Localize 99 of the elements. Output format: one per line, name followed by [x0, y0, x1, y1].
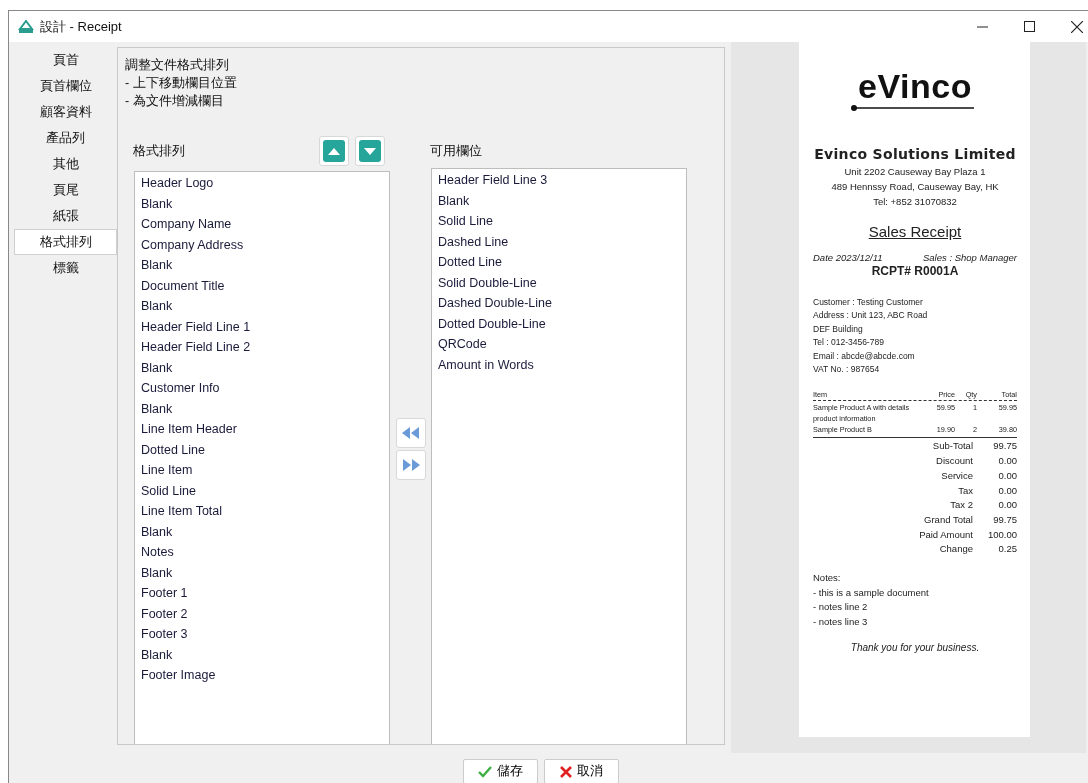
- sidebar-item[interactable]: 頁首: [14, 47, 117, 73]
- total-value: 99.75: [992, 512, 1017, 527]
- checkmark-icon: [477, 765, 492, 778]
- list-item[interactable]: QRCode: [432, 334, 686, 355]
- list-item[interactable]: Footer Image: [135, 665, 389, 686]
- list-item[interactable]: Solid Line: [432, 211, 686, 232]
- move-down-button[interactable]: [355, 136, 385, 166]
- list-item[interactable]: Dashed Line: [432, 231, 686, 252]
- customer-line: Email : abcde@abcde.com: [813, 349, 916, 363]
- total-value: 0.00: [997, 454, 1017, 469]
- note-line: - notes line 3: [813, 615, 869, 630]
- instruction-text: 調整文件格式排列: [125, 57, 230, 74]
- total-label: Change: [938, 542, 973, 557]
- customer-line: Tel : 012-3456-789: [813, 336, 885, 350]
- list-item[interactable]: Dotted Line: [432, 252, 686, 273]
- double-left-arrow-icon: [402, 427, 420, 439]
- total-label: Paid Amount: [918, 527, 973, 542]
- list-item[interactable]: Blank: [135, 398, 389, 419]
- address-line: Tel: +852 31070832: [872, 195, 958, 209]
- list-item[interactable]: Blank: [432, 190, 686, 211]
- company-name: Evinco Solutions Limited: [813, 146, 1017, 162]
- total-label: Tax: [957, 483, 973, 498]
- list-item[interactable]: Blank: [135, 562, 389, 583]
- note-line: - this is a sample document: [813, 585, 930, 600]
- customer-line: Customer : Testing Customer: [813, 296, 924, 309]
- instruction-text: - 為文件增減欄目: [125, 93, 225, 110]
- receipt-number: RCPT# R0001A: [870, 264, 960, 278]
- total-label: Discount: [935, 454, 973, 469]
- app-logo-icon: [18, 19, 34, 34]
- list-item[interactable]: Dotted Line: [135, 439, 389, 460]
- note-line: - notes line 2: [813, 600, 869, 615]
- total-label: Sub-Total: [931, 439, 973, 454]
- move-up-button[interactable]: [319, 136, 349, 166]
- customer-line: Address : Unit 123, ABC Road: [813, 309, 929, 323]
- list-item[interactable]: Company Address: [135, 234, 389, 255]
- sales-person: Sales : Shop Manager: [923, 252, 1017, 263]
- list-item[interactable]: Document Title: [135, 275, 389, 296]
- list-item[interactable]: Amount in Words: [432, 354, 686, 375]
- thank-you-text: Thank you for your business.: [849, 641, 981, 653]
- list-item[interactable]: Footer 1: [135, 583, 389, 604]
- list-item[interactable]: Footer 2: [135, 603, 389, 624]
- maximize-icon[interactable]: [1024, 20, 1035, 32]
- window-title: 設計 - Receipt: [40, 17, 122, 36]
- double-right-arrow-icon: [402, 459, 420, 471]
- logo-text: eVinco: [858, 68, 972, 104]
- total-value: 0.25: [997, 542, 1017, 557]
- sidebar-item[interactable]: 頁尾: [14, 177, 117, 203]
- list-item[interactable]: Dashed Double-Line: [432, 293, 686, 314]
- list-item[interactable]: Company Name: [135, 214, 389, 235]
- total-value: 100.00: [986, 527, 1017, 542]
- list-item[interactable]: Customer Info: [135, 378, 389, 399]
- list-label: 可用欄位: [430, 143, 482, 160]
- list-label: 格式排列: [133, 143, 185, 160]
- cancel-button[interactable]: 取消: [543, 759, 619, 783]
- list-item[interactable]: Blank: [135, 521, 389, 542]
- total-value: 0.00: [997, 468, 1017, 483]
- address-line: Unit 2202 Causeway Bay Plaza 1: [843, 165, 987, 179]
- list-item[interactable]: Header Field Line 3: [432, 170, 686, 191]
- total-label: Service: [940, 468, 973, 483]
- list-item[interactable]: Header Field Line 1: [135, 316, 389, 337]
- save-button[interactable]: 儲存: [462, 759, 538, 783]
- customer-line: DEF Building: [813, 322, 864, 336]
- receipt-date: Date 2023/12/11: [813, 252, 883, 263]
- list-item[interactable]: Line Item Header: [135, 419, 389, 440]
- list-item[interactable]: Dotted Double-Line: [432, 313, 686, 334]
- list-item[interactable]: Blank: [135, 644, 389, 665]
- sidebar-item[interactable]: 產品列: [14, 125, 117, 151]
- close-icon[interactable]: [1071, 20, 1083, 33]
- sidebar-item[interactable]: 顧客資料: [14, 99, 117, 125]
- sidebar-item[interactable]: 標籤: [14, 255, 117, 281]
- list-item[interactable]: Blank: [135, 255, 389, 276]
- sidebar-item[interactable]: 紙張: [14, 203, 117, 229]
- list-item[interactable]: Line Item Total: [135, 501, 389, 522]
- total-label: Grand Total: [923, 512, 973, 527]
- address-line: 489 Hennssy Road, Causeway Bay, HK: [830, 180, 1000, 194]
- sidebar-item[interactable]: 頁首欄位: [14, 73, 117, 99]
- list-item[interactable]: Blank: [135, 357, 389, 378]
- list-item[interactable]: Line Item: [135, 460, 389, 481]
- list-item[interactable]: Header Field Line 2: [135, 337, 389, 358]
- list-item[interactable]: Footer 3: [135, 624, 389, 645]
- list-item[interactable]: Blank: [135, 193, 389, 214]
- move-left-button[interactable]: [396, 418, 426, 448]
- total-value: 0.00: [997, 483, 1017, 498]
- customer-line: VAT No. : 987654: [813, 363, 881, 377]
- receipt-title: Sales Receipt: [867, 223, 963, 240]
- instruction-text: - 上下移動欄目位置: [125, 75, 237, 92]
- move-right-button[interactable]: [396, 450, 426, 480]
- sidebar-item[interactable]: 其他: [14, 151, 117, 177]
- total-label: Tax 2: [949, 498, 973, 513]
- close-icon: [559, 765, 572, 778]
- total-value: 0.00: [997, 498, 1017, 513]
- sidebar-item[interactable]: 格式排列: [14, 229, 117, 255]
- note-line: Notes:: [813, 571, 842, 586]
- list-item[interactable]: Blank: [135, 296, 389, 317]
- list-item[interactable]: Solid Line: [135, 480, 389, 501]
- list-item[interactable]: Header Logo: [135, 173, 389, 194]
- total-value: 99.75: [992, 439, 1017, 454]
- list-item[interactable]: Solid Double-Line: [432, 272, 686, 293]
- list-item[interactable]: Notes: [135, 542, 389, 563]
